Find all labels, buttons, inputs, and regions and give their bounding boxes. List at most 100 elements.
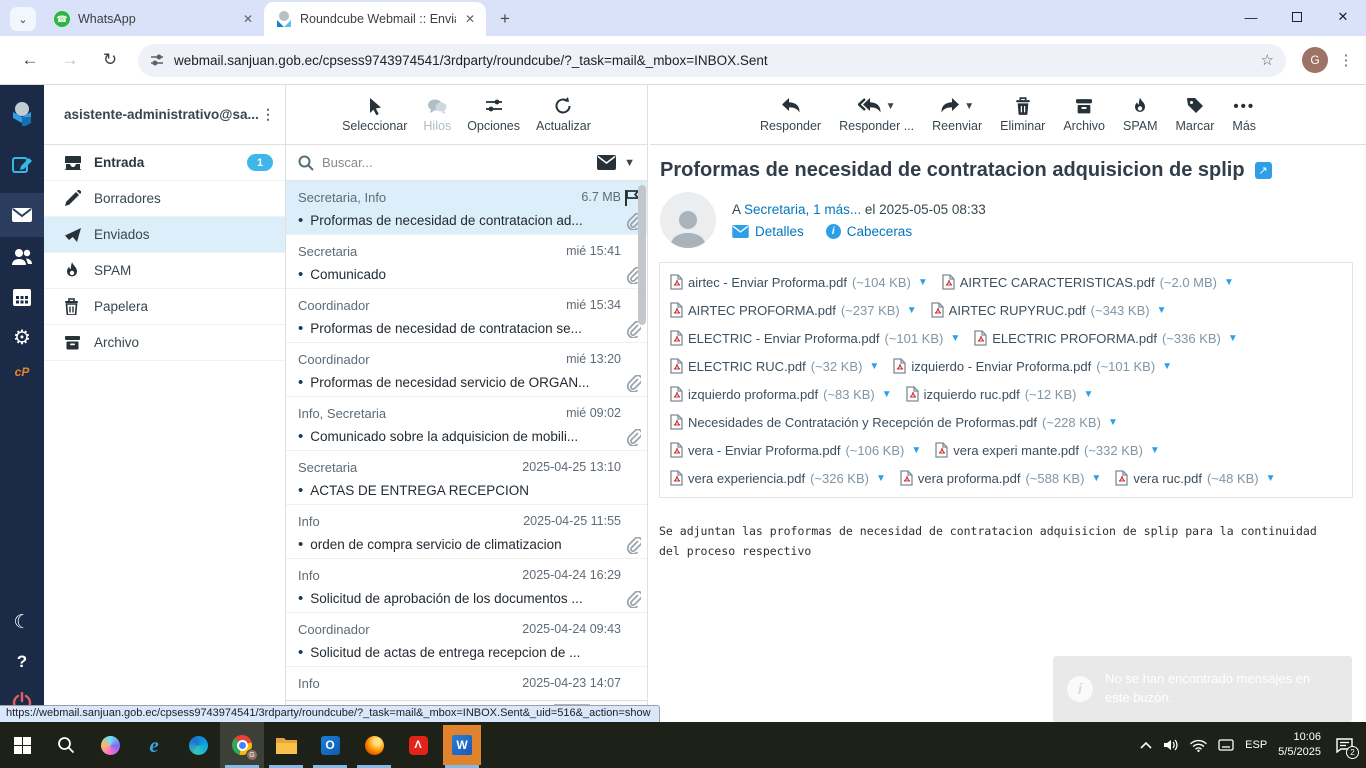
headers-link[interactable]: Cabeceras (847, 224, 912, 239)
attachment-menu-caret[interactable]: ▼ (1108, 417, 1118, 428)
list-item[interactable]: Secretaria mié 15:41 • Comunicado (286, 235, 647, 289)
attachment-chip[interactable]: vera - Enviar Proforma.pdf (~106 KB) ▼ (670, 436, 921, 464)
rail-item-calendar[interactable] (0, 277, 44, 317)
attachment-menu-caret[interactable]: ▼ (869, 361, 879, 372)
notification-center-button[interactable]: 2 (1332, 733, 1356, 757)
list-item[interactable]: Info 2025-04-25 11:55 • orden de compra … (286, 505, 647, 559)
list-item[interactable]: Coordinador 2025-04-24 09:43 • Solicitud… (286, 613, 647, 667)
taskbar-copilot-button[interactable] (88, 722, 132, 768)
list-item[interactable]: Coordinador mié 15:34 • Proformas de nec… (286, 289, 647, 343)
start-button[interactable] (0, 722, 44, 768)
taskbar-explorer-button[interactable] (264, 722, 308, 768)
browser-menu-icon[interactable]: ⋮ (1336, 51, 1356, 69)
profile-avatar[interactable]: G (1302, 47, 1328, 73)
attachment-menu-caret[interactable]: ▼ (1091, 473, 1101, 484)
tabstrip-chevron-button[interactable]: ⌄ (10, 7, 36, 31)
list-item[interactable]: Secretaria, Info 6.7 MB • Proformas de n… (286, 181, 647, 235)
attachment-menu-caret[interactable]: ▼ (1162, 361, 1172, 372)
attachment-menu-caret[interactable]: ▼ (1266, 473, 1276, 484)
help-button[interactable]: ? (0, 642, 44, 682)
attachment-menu-caret[interactable]: ▼ (950, 333, 960, 344)
more-recipients-link[interactable]: 1 más... (813, 202, 861, 217)
attachment-chip[interactable]: airtec - Enviar Proforma.pdf (~104 KB) ▼ (670, 268, 928, 296)
list-item[interactable]: Info 2025-04-24 16:29 • Solicitud de apr… (286, 559, 647, 613)
taskbar-firefox-button[interactable] (352, 722, 396, 768)
close-window-button[interactable]: ✕ (1320, 0, 1366, 34)
volume-icon[interactable] (1163, 738, 1179, 752)
taskbar-chrome-button[interactable]: G (220, 722, 264, 768)
compose-button[interactable] (0, 145, 44, 185)
chevron-down-icon[interactable]: ▼ (886, 101, 896, 112)
search-input[interactable] (322, 155, 589, 170)
list-item[interactable]: Info, Secretaria mié 09:02 • Comunicado … (286, 397, 647, 451)
restore-button[interactable] (1274, 0, 1320, 34)
sidebar-item-spam[interactable]: SPAM (44, 253, 285, 289)
list-item[interactable]: Coordinador mié 13:20 • Proformas de nec… (286, 343, 647, 397)
sidebar-item-papelera[interactable]: Papelera (44, 289, 285, 325)
threads-button[interactable]: Hilos (423, 96, 451, 133)
attachment-chip[interactable]: ELECTRIC PROFORMA.pdf (~336 KB) ▼ (974, 324, 1238, 352)
attachment-chip[interactable]: ELECTRIC - Enviar Proforma.pdf (~101 KB)… (670, 324, 960, 352)
attachment-chip[interactable]: vera experi mante.pdf (~332 KB) ▼ (935, 436, 1160, 464)
rail-item-settings[interactable]: ⚙ (0, 317, 44, 357)
attachment-chip[interactable]: AIRTEC PROFORMA.pdf (~237 KB) ▼ (670, 296, 917, 324)
archive-button[interactable]: Archivo (1063, 96, 1105, 133)
attachment-chip[interactable]: ELECTRIC RUC.pdf (~32 KB) ▼ (670, 352, 879, 380)
tab-roundcube[interactable]: Roundcube Webmail :: Enviados ✕ (264, 2, 486, 36)
rail-item-mail[interactable] (0, 193, 44, 237)
tab-whatsapp[interactable]: ☎ WhatsApp ✕ (42, 2, 264, 36)
close-tab-icon[interactable]: ✕ (240, 11, 256, 27)
attachment-chip[interactable]: izquierdo - Enviar Proforma.pdf (~101 KB… (893, 352, 1172, 380)
attachment-chip[interactable]: vera ruc.pdf (~48 KB) ▼ (1115, 464, 1275, 492)
forward-button[interactable]: ▼ Reenviar (932, 96, 982, 133)
attachment-menu-caret[interactable]: ▼ (1228, 333, 1238, 344)
new-tab-button[interactable]: + (492, 6, 518, 32)
attachment-chip[interactable]: AIRTEC RUPYRUC.pdf (~343 KB) ▼ (931, 296, 1167, 324)
reload-button[interactable]: ↻ (94, 44, 126, 76)
touch-keyboard-icon[interactable] (1218, 739, 1234, 752)
taskbar-search-button[interactable] (44, 722, 88, 768)
rail-item-contacts[interactable] (0, 237, 44, 277)
rail-item-cpanel[interactable]: cP (0, 357, 44, 387)
mark-button[interactable]: Marcar (1176, 96, 1215, 133)
details-link[interactable]: Detalles (755, 224, 804, 239)
reply-button[interactable]: Responder (760, 96, 821, 133)
list-item[interactable]: Secretaria 2025-04-25 13:10 • ACTAS DE E… (286, 451, 647, 505)
attachment-menu-caret[interactable]: ▼ (1150, 445, 1160, 456)
wifi-icon[interactable] (1190, 739, 1207, 752)
clock[interactable]: 10:06 5/5/2025 (1278, 730, 1321, 760)
open-in-new-window-icon[interactable]: ↗ (1255, 162, 1272, 179)
spam-button[interactable]: SPAM (1123, 96, 1158, 133)
back-button[interactable]: ← (14, 44, 46, 76)
reply-all-button[interactable]: ▼ Responder ... (839, 96, 914, 133)
dark-mode-button[interactable]: ☾ (0, 602, 44, 642)
sidebar-item-enviados[interactable]: Enviados (44, 217, 285, 253)
attachment-menu-caret[interactable]: ▼ (876, 473, 886, 484)
attachment-menu-caret[interactable]: ▼ (882, 389, 892, 400)
attachment-menu-caret[interactable]: ▼ (907, 305, 917, 316)
options-button[interactable]: Opciones (467, 96, 520, 133)
chevron-down-icon[interactable]: ▼ (964, 101, 974, 112)
close-tab-icon[interactable]: ✕ (462, 11, 478, 27)
taskbar-ie-button[interactable]: e (132, 722, 176, 768)
list-scrollbar[interactable] (638, 185, 646, 325)
sidebar-item-borradores[interactable]: Borradores (44, 181, 285, 217)
search-options-chevron-icon[interactable]: ▼ (624, 157, 635, 169)
attachment-chip[interactable]: vera experiencia.pdf (~326 KB) ▼ (670, 464, 886, 492)
sidebar-item-entrada[interactable]: Entrada 1 (44, 145, 285, 181)
delete-button[interactable]: Eliminar (1000, 96, 1045, 133)
sidebar-item-archivo[interactable]: Archivo (44, 325, 285, 361)
taskbar-outlook-button[interactable]: O (308, 722, 352, 768)
refresh-button[interactable]: Actualizar (536, 96, 591, 133)
taskbar-acrobat-button[interactable]: Λ (396, 722, 440, 768)
attachment-menu-caret[interactable]: ▼ (911, 445, 921, 456)
folder-menu-icon[interactable]: ⋮ (261, 106, 275, 123)
tray-chevron-icon[interactable] (1140, 741, 1152, 749)
taskbar-edge-button[interactable] (176, 722, 220, 768)
recipient-link[interactable]: Secretaria, (744, 202, 809, 217)
attachment-menu-caret[interactable]: ▼ (1083, 389, 1093, 400)
language-indicator[interactable]: ESP (1245, 739, 1267, 751)
attachment-chip[interactable]: izquierdo proforma.pdf (~83 KB) ▼ (670, 380, 892, 408)
forward-button[interactable]: → (54, 44, 86, 76)
attachment-menu-caret[interactable]: ▼ (918, 277, 928, 288)
